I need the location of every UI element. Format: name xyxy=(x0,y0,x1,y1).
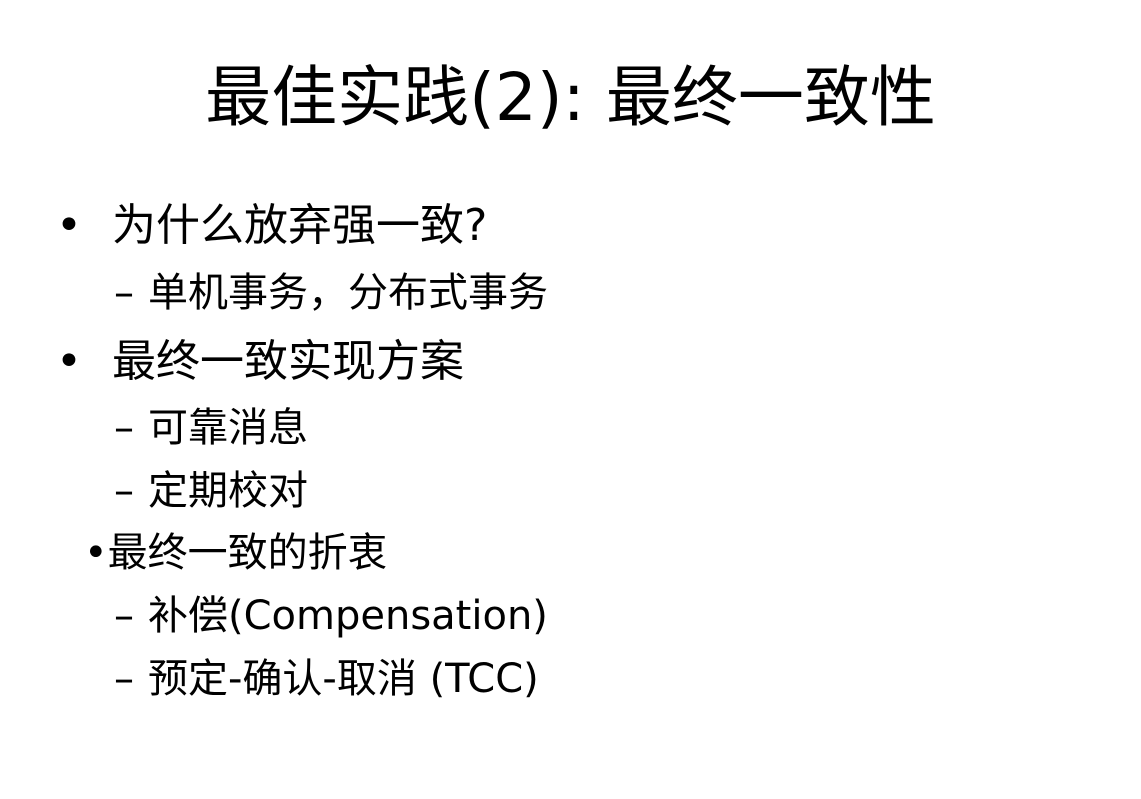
sub-item-text: 可靠消息 xyxy=(148,405,308,451)
bullet-item: • 最终一致实现方案 xyxy=(56,334,464,390)
dash-marker: – xyxy=(114,656,134,702)
bullet-item: •最终一致的折衷 xyxy=(84,528,388,578)
bullet-marker: • xyxy=(56,336,82,387)
sub-item: – 预定-确认-取消 (TCC) xyxy=(114,654,539,704)
bullet-text: 为什么放弃强一致? xyxy=(111,200,488,251)
sub-item: – 补偿(Compensation) xyxy=(114,591,548,641)
bullet-item: • 为什么放弃强一致? xyxy=(56,198,487,254)
bullet-marker: • xyxy=(84,530,108,576)
sub-item-text: 补偿(Compensation) xyxy=(148,593,548,639)
dash-marker: – xyxy=(114,270,134,316)
bullet-text: 最终一致的折衷 xyxy=(107,530,388,576)
sub-item: – 定期校对 xyxy=(114,466,308,516)
dash-marker: – xyxy=(114,593,134,639)
dash-marker: – xyxy=(114,405,134,451)
slide: 最佳实践(2): 最终一致性 • 为什么放弃强一致? – 单机事务，分布式事务 • 最… xyxy=(0,0,1141,799)
sub-item-text: 单机事务，分布式事务 xyxy=(148,270,548,316)
sub-item-text: 定期校对 xyxy=(148,468,308,514)
sub-item: – 单机事务，分布式事务 xyxy=(114,268,548,318)
sub-item: – 可靠消息 xyxy=(114,403,308,453)
slide-title: 最佳实践(2): 最终一致性 xyxy=(205,59,936,136)
sub-item-text: 预定-确认-取消 (TCC) xyxy=(148,656,539,702)
bullet-marker: • xyxy=(56,200,82,251)
dash-marker: – xyxy=(114,468,134,514)
bullet-text: 最终一致实现方案 xyxy=(111,336,464,387)
